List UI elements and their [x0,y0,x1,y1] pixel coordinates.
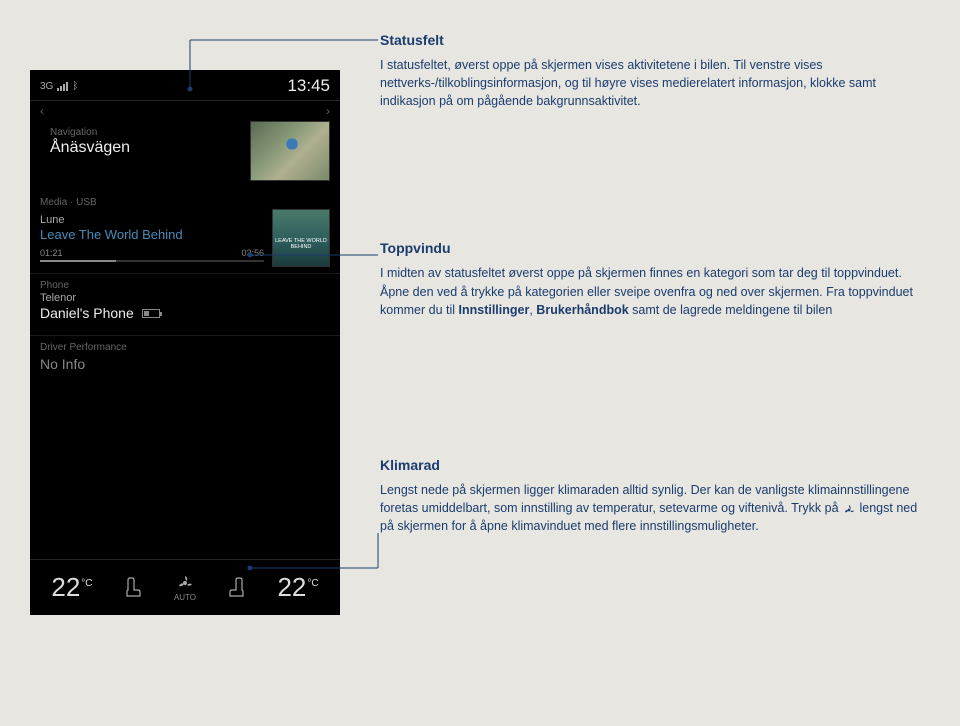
driver-perf-tile[interactable]: Driver Performance No Info [30,335,340,432]
clock: 13:45 [287,76,330,96]
phone-device: Daniel's Phone [40,305,134,321]
signal-icon [57,82,68,91]
destination-name: Ånäsvägen [40,139,250,161]
nav-arrows: ‹ › [30,101,340,121]
fan-inline-icon [842,503,856,515]
status-left: 3G ᛒ [40,81,78,92]
description-column: Statusfelt I statusfeltet, øverst oppe p… [380,20,930,615]
status-body: I statusfeltet, øverst oppe på skjermen … [380,56,930,110]
klimarad-section: Klimarad Lengst nede på skjermen ligger … [380,457,930,535]
phone-carrier: Telenor [40,292,330,304]
map-thumbnail [250,121,330,181]
media-progress [40,260,264,262]
toppvindu-heading: Toppvindu [380,240,930,256]
climate-center[interactable]: AUTO [174,574,196,602]
phone-label: Phone [40,274,330,292]
media-artist: Lune [40,214,264,226]
climate-bar[interactable]: 22 °C AUTO 22 °C [30,559,340,615]
navigation-label: Navigation [40,121,250,139]
left-temp[interactable]: 22 °C [51,572,92,603]
status-section: Statusfelt I statusfeltet, øverst oppe p… [380,32,930,110]
seat-right-icon[interactable] [227,576,247,600]
media-tile[interactable]: Lune Leave The World Behind 01:21 03:56 … [30,209,340,273]
status-heading: Statusfelt [380,32,930,48]
fan-icon [174,574,196,592]
klimarad-body: Lengst nede på skjermen ligger klimarade… [380,481,930,535]
document-page: 3G ᛒ 13:45 ‹ › Navigation Ånäsvägen [0,0,960,635]
media-track: Leave The World Behind [40,226,264,242]
toppvindu-body: I midten av statusfeltet øverst oppe på … [380,264,930,318]
album-art: LEAVE THE WORLD BEHIND [272,209,330,267]
right-temp-value: 22 [277,572,306,603]
perf-value: No Info [40,354,330,372]
right-temp-unit: °C [306,578,318,597]
media-total: 03:56 [241,248,264,258]
screenshot-column: 3G ᛒ 13:45 ‹ › Navigation Ånäsvägen [30,20,340,615]
klimarad-heading: Klimarad [380,457,930,473]
media-elapsed: 01:21 [40,248,63,258]
phone-tile[interactable]: Phone Telenor Daniel's Phone [30,273,340,335]
network-label: 3G [40,81,53,92]
chevron-right-icon[interactable]: › [326,104,330,118]
perf-label: Driver Performance [40,336,330,354]
bluetooth-icon: ᛒ [72,81,78,92]
left-temp-value: 22 [51,572,80,603]
toppvindu-section: Toppvindu I midten av statusfeltet øvers… [380,240,930,318]
car-center-display: 3G ᛒ 13:45 ‹ › Navigation Ånäsvägen [30,70,340,615]
album-text: LEAVE THE WORLD BEHIND [273,238,329,250]
left-temp-unit: °C [80,578,92,597]
chevron-left-icon[interactable]: ‹ [40,104,44,118]
status-bar: 3G ᛒ 13:45 [30,70,340,101]
media-label: Media · USB [30,189,340,209]
auto-label: AUTO [174,592,196,602]
battery-icon [142,309,160,318]
right-temp[interactable]: 22 °C [277,572,318,603]
seat-left-icon[interactable] [123,576,143,600]
navigation-tile[interactable]: Navigation Ånäsvägen [30,121,340,189]
